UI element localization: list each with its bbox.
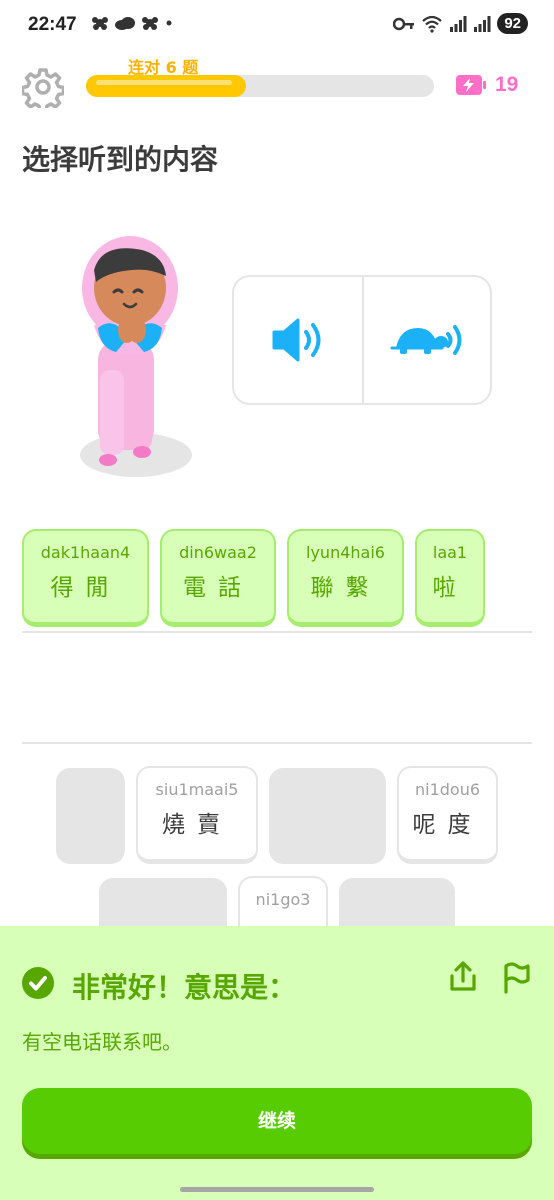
meaning-text: 有空电话联系吧。 <box>22 1030 182 1054</box>
selected-tile[interactable]: din6waa2 電話 <box>160 529 276 627</box>
tile-characters: 電話 <box>183 575 253 601</box>
word-bank-placeholder <box>269 768 386 864</box>
progress-gloss <box>96 80 233 85</box>
battery-indicator: 92 <box>497 13 528 34</box>
tile-characters: 呢度 <box>412 812 483 838</box>
continue-button[interactable]: 继续 <box>22 1088 532 1154</box>
flag-icon <box>504 962 530 994</box>
tile-romanization: siu1maai5 <box>155 780 239 799</box>
lesson-progress-bar <box>86 75 434 97</box>
tile-romanization: dak1haan4 <box>40 543 131 562</box>
selected-tile[interactable]: dak1haan4 得閒 <box>22 529 149 627</box>
turtle-icon <box>390 325 462 355</box>
share-button[interactable] <box>447 960 479 994</box>
play-slow-audio-button[interactable] <box>364 277 492 403</box>
feedback-title: 非常好！意思是： <box>72 971 297 1004</box>
cloud-icon <box>115 17 135 30</box>
character-illustration <box>72 230 202 480</box>
key-icon <box>393 17 415 30</box>
energy-indicator[interactable]: 19 <box>455 73 518 97</box>
prompt-title: 选择听到的内容 <box>22 143 219 176</box>
tile-romanization: ni1dou6 <box>414 780 481 799</box>
word-bank-tile[interactable]: ni1dou6 呢度 <box>397 766 498 864</box>
flower-icon <box>92 17 108 30</box>
signal-icon <box>474 15 491 32</box>
answer-line <box>22 631 532 633</box>
progress-fill <box>86 75 247 97</box>
tile-characters: 啦 <box>432 575 468 601</box>
selected-tile[interactable]: laa1 啦 <box>415 529 485 627</box>
home-indicator[interactable] <box>180 1187 374 1192</box>
flower-icon <box>142 17 158 30</box>
tile-romanization: laa1 <box>432 543 468 562</box>
selected-tile[interactable]: lyun4hai6 聯繫 <box>287 529 404 627</box>
settings-button[interactable] <box>20 66 66 113</box>
tile-romanization: ni1go3 <box>255 890 311 909</box>
answer-line <box>22 742 532 744</box>
feedback-panel: 非常好！意思是： 有空电话联系吧。 继续 <box>0 926 554 1200</box>
speaker-icon <box>272 318 321 362</box>
check-circle-icon <box>22 967 54 999</box>
notification-icons <box>90 14 174 32</box>
tile-characters: 燒賣 <box>162 812 232 838</box>
tile-romanization: din6waa2 <box>179 543 257 562</box>
wifi-icon <box>422 15 443 33</box>
dot-icon <box>166 20 172 26</box>
tile-romanization: lyun4hai6 <box>306 543 385 562</box>
word-bank-placeholder <box>56 768 125 864</box>
word-bank-tile[interactable]: siu1maai5 燒賣 <box>136 766 258 864</box>
status-right: 92 <box>393 13 528 34</box>
play-audio-button[interactable] <box>234 277 362 403</box>
signal-icon <box>450 15 467 32</box>
tile-characters: 聯繫 <box>310 575 381 601</box>
gear-icon <box>20 68 66 113</box>
status-bar: 22:47 92 <box>0 0 554 52</box>
audio-bubble <box>232 275 492 405</box>
share-icon <box>450 961 476 991</box>
tile-characters: 得閒 <box>50 575 121 601</box>
report-button[interactable] <box>500 960 532 994</box>
status-time: 22:47 <box>28 14 77 35</box>
energy-count: 19 <box>495 73 519 96</box>
battery-bolt-icon <box>456 75 486 95</box>
